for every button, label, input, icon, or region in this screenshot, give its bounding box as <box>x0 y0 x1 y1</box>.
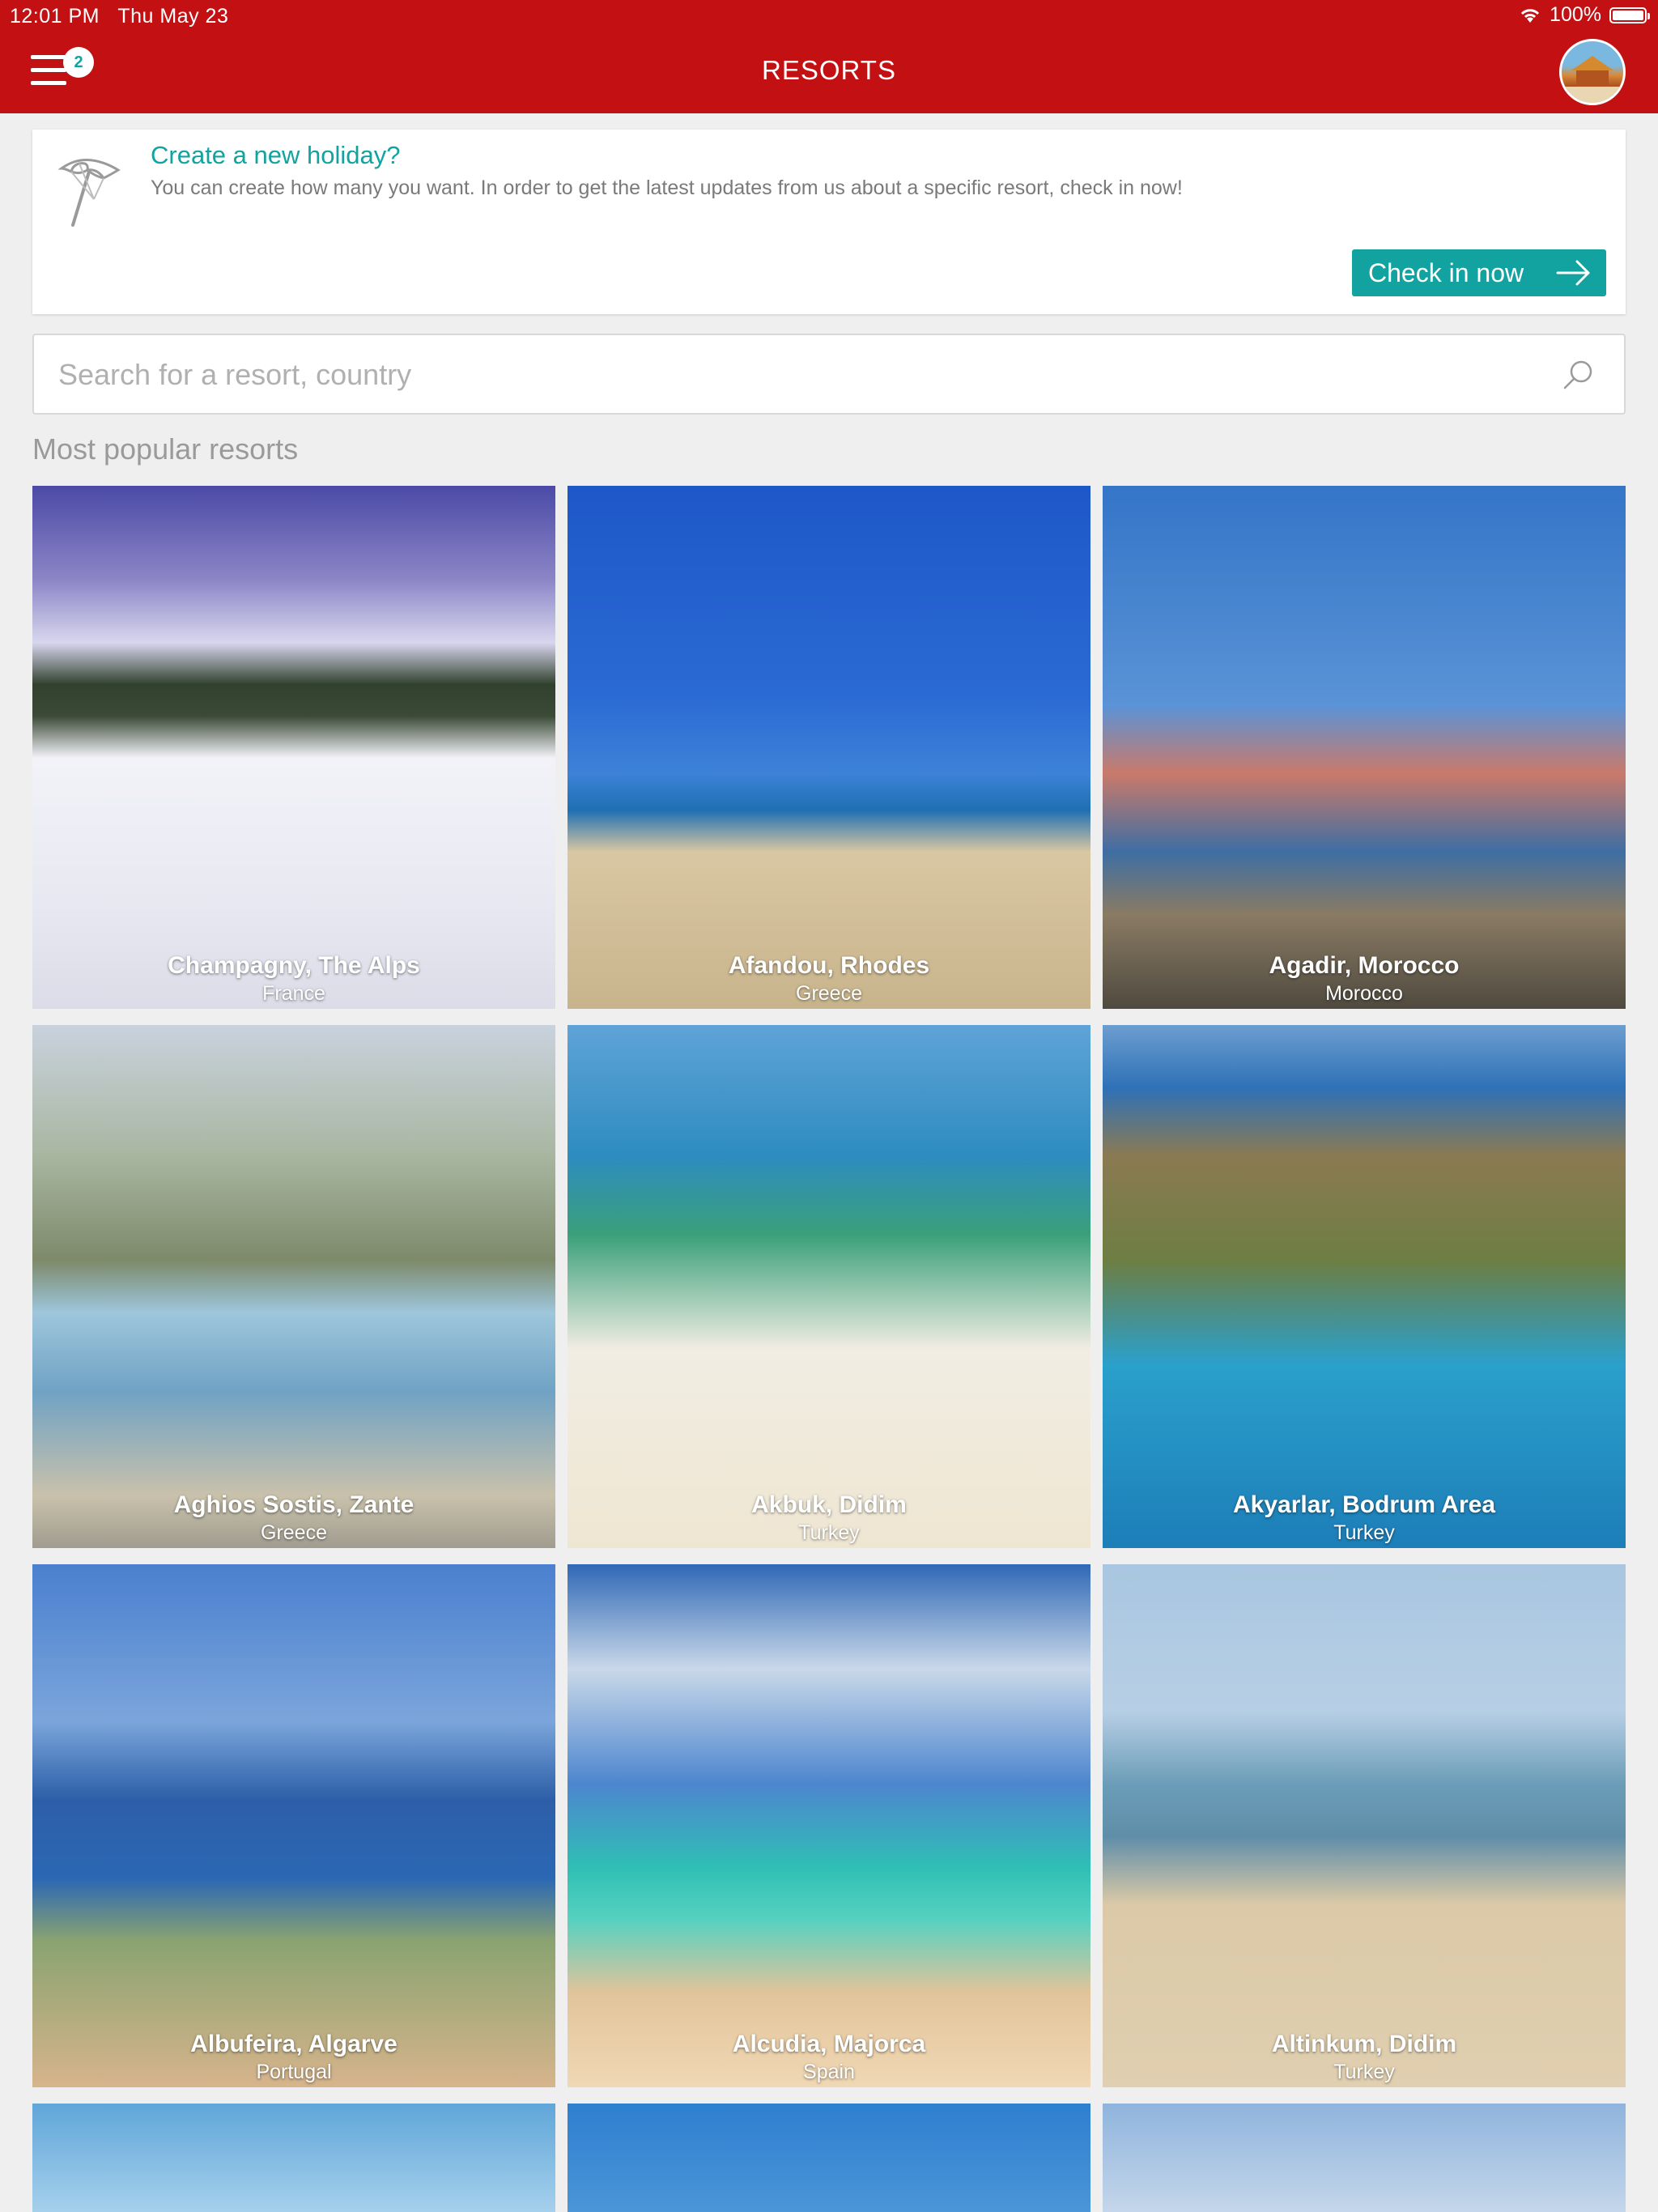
resort-name: Akbuk, Didim <box>751 1491 907 1518</box>
resort-image <box>568 1564 1090 2087</box>
resort-name: Albufeira, Algarve <box>190 2031 397 2057</box>
resort-country: Greece <box>796 982 862 1005</box>
avatar[interactable] <box>1559 39 1626 105</box>
status-time: 12:01 PM <box>10 5 100 28</box>
resort-image <box>1103 1564 1626 2087</box>
check-in-label: Check in now <box>1368 257 1524 287</box>
resort-country: Portugal <box>256 2061 332 2083</box>
resort-image <box>568 1025 1090 1548</box>
resort-name: Agadir, Morocco <box>1269 952 1460 979</box>
resort-tile[interactable]: Agadir, Morocco Morocco <box>1103 486 1626 1009</box>
resort-tile[interactable]: Champagny, The Alps France <box>32 486 555 1009</box>
promo-title: Create a new holiday? <box>151 141 401 169</box>
resort-tile[interactable] <box>32 2104 555 2212</box>
promo-description: You can create how many you want. In ord… <box>151 177 1183 199</box>
resort-name: Champagny, The Alps <box>168 952 420 979</box>
resort-image <box>32 2104 555 2212</box>
resort-tile[interactable]: Afandou, Rhodes Greece <box>568 486 1090 1009</box>
resort-name: Aghios Sostis, Zante <box>173 1491 414 1518</box>
page-title: RESORTS <box>762 55 896 85</box>
resort-image <box>1103 1025 1626 1548</box>
arrow-right-icon <box>1556 260 1590 286</box>
resort-country: Turkey <box>1333 2061 1395 2083</box>
resort-image <box>568 2104 1090 2212</box>
resort-name: Alcudia, Majorca <box>732 2031 926 2057</box>
resort-image <box>32 1564 555 2087</box>
resort-tile[interactable]: Altinkum, Didim Turkey <box>1103 1564 1626 2087</box>
resort-tile[interactable] <box>1103 2104 1626 2212</box>
top-bar: 12:01 PM Thu May 23 100% 2 RESORTS <box>0 0 1658 113</box>
resort-image <box>1103 486 1626 1009</box>
resort-tile[interactable]: Alcudia, Majorca Spain <box>568 1564 1090 2087</box>
avatar-image <box>1562 56 1623 103</box>
check-in-button[interactable]: Check in now <box>1352 249 1606 296</box>
beach-umbrella-icon <box>57 159 121 227</box>
resort-image <box>568 486 1090 1009</box>
battery-icon <box>1609 6 1650 23</box>
resort-tile[interactable]: Aghios Sostis, Zante Greece <box>32 1025 555 1548</box>
resort-image <box>32 486 555 1009</box>
status-date: Thu May 23 <box>117 5 229 28</box>
resort-tile[interactable]: Albufeira, Algarve Portugal <box>32 1564 555 2087</box>
resort-tile[interactable]: Akyarlar, Bodrum Area Turkey <box>1103 1025 1626 1548</box>
resort-tile[interactable]: Akbuk, Didim Turkey <box>568 1025 1090 1548</box>
section-title: Most popular resorts <box>32 432 299 466</box>
resort-name: Afandou, Rhodes <box>728 952 930 979</box>
wifi-icon <box>1520 8 1540 23</box>
resort-country: Greece <box>261 1521 327 1544</box>
resort-name: Altinkum, Didim <box>1271 2031 1457 2057</box>
resort-country: Turkey <box>1333 1521 1395 1544</box>
battery-percent: 100% <box>1550 3 1601 26</box>
resort-country: Turkey <box>798 1521 860 1544</box>
resort-image <box>1103 2104 1626 2212</box>
search-icon[interactable] <box>1561 358 1595 392</box>
resort-image <box>32 1025 555 1548</box>
resort-tile[interactable] <box>568 2104 1090 2212</box>
resort-country: France <box>262 982 325 1005</box>
status-time-date: 12:01 PM Thu May 23 <box>10 5 228 28</box>
resort-country: Spain <box>803 2061 855 2083</box>
resort-country: Morocco <box>1325 982 1403 1005</box>
resort-name: Akyarlar, Bodrum Area <box>1232 1491 1496 1518</box>
search-bar <box>32 334 1626 415</box>
create-holiday-card: Create a new holiday? You can create how… <box>32 130 1626 314</box>
status-indicators: 100% <box>1519 3 1650 27</box>
search-input[interactable] <box>57 335 1533 415</box>
